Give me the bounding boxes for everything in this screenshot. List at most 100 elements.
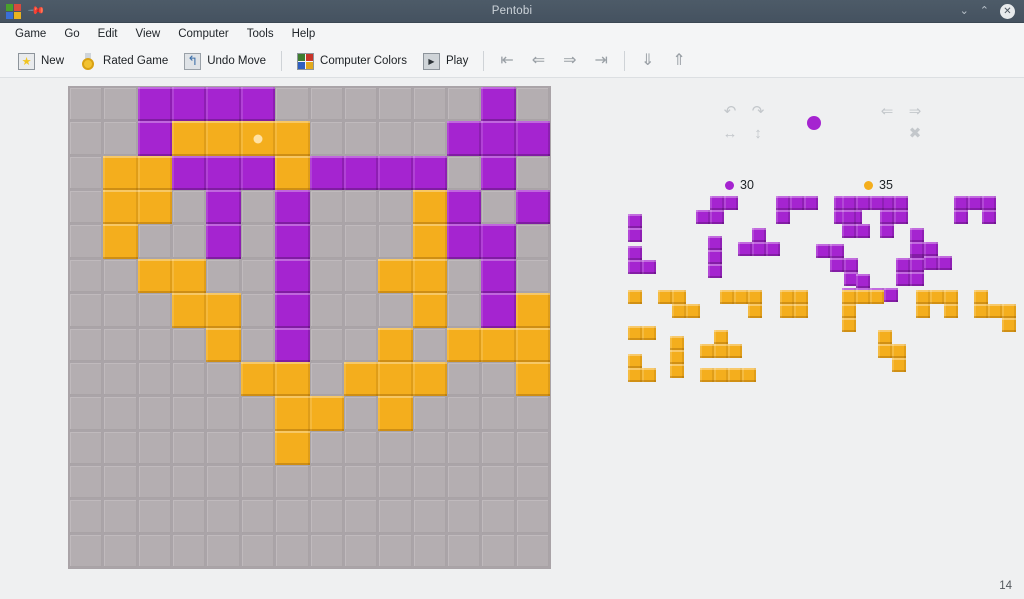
board-cell[interactable] <box>343 533 379 568</box>
board-cell[interactable] <box>343 258 379 294</box>
board-cell[interactable] <box>275 327 310 362</box>
board-cell[interactable] <box>275 155 310 191</box>
go-last-icon[interactable]: ⇥ <box>586 51 617 71</box>
board-cell[interactable] <box>515 258 550 294</box>
board-cell[interactable] <box>240 327 276 362</box>
board-cell[interactable] <box>137 499 173 534</box>
board-cell[interactable] <box>446 258 482 294</box>
board-cell[interactable] <box>378 87 413 122</box>
board-cell[interactable] <box>481 293 516 328</box>
board-cell[interactable] <box>481 258 516 294</box>
board-cell[interactable] <box>343 190 379 225</box>
board-cell[interactable] <box>240 464 276 500</box>
board-cell[interactable] <box>343 155 379 191</box>
board-cell[interactable] <box>69 224 104 259</box>
undo-move-button[interactable]: Undo Move <box>176 50 274 73</box>
piece-tray-purple-right[interactable] <box>842 196 1024 302</box>
board-cell[interactable] <box>103 361 138 397</box>
board-cell[interactable] <box>103 293 138 328</box>
board-cell[interactable] <box>343 87 379 122</box>
board-cell[interactable] <box>378 224 413 259</box>
board-cell[interactable] <box>378 293 413 328</box>
board-cell[interactable] <box>412 293 447 328</box>
board-cell[interactable] <box>240 121 276 156</box>
board-cell[interactable] <box>69 155 104 191</box>
board-cell[interactable] <box>206 533 241 568</box>
board-cell[interactable] <box>275 87 310 122</box>
board-cell[interactable] <box>309 224 344 259</box>
board-cell[interactable] <box>515 499 550 534</box>
board-cell[interactable] <box>515 327 550 362</box>
board-cell[interactable] <box>206 121 241 156</box>
board-cell[interactable] <box>275 190 310 225</box>
board-cell[interactable] <box>343 121 379 156</box>
board-cell[interactable] <box>172 190 207 225</box>
board-cell[interactable] <box>240 190 276 225</box>
board-cell[interactable] <box>103 327 138 362</box>
board-cell[interactable] <box>481 396 516 431</box>
board-cell[interactable] <box>515 430 550 465</box>
board-cell[interactable] <box>137 258 173 294</box>
board-cell[interactable] <box>69 430 104 465</box>
board-cell[interactable] <box>481 533 516 568</box>
board-cell[interactable] <box>481 499 516 534</box>
flip-vertical-icon[interactable]: ↕ <box>744 122 772 144</box>
board-cell[interactable] <box>515 361 550 397</box>
board-cell[interactable] <box>446 293 482 328</box>
board-cell[interactable] <box>69 258 104 294</box>
board-cell[interactable] <box>343 361 379 397</box>
board-cell[interactable] <box>103 258 138 294</box>
board-cell[interactable] <box>137 190 173 225</box>
board-cell[interactable] <box>206 430 241 465</box>
board-cell[interactable] <box>137 533 173 568</box>
board-cell[interactable] <box>378 396 413 431</box>
go-first-icon[interactable]: ⇤ <box>491 51 522 71</box>
board-cell[interactable] <box>446 190 482 225</box>
board-cell[interactable] <box>515 464 550 500</box>
board-cell[interactable] <box>69 293 104 328</box>
go-up-icon[interactable]: ⇑ <box>663 51 694 71</box>
board-cell[interactable] <box>275 224 310 259</box>
board-cell[interactable] <box>446 155 482 191</box>
board-cell[interactable] <box>412 87 447 122</box>
board-cell[interactable] <box>309 396 344 431</box>
board-cell[interactable] <box>103 224 138 259</box>
go-down-icon[interactable]: ⇓ <box>632 51 663 71</box>
menu-item-view[interactable]: View <box>127 26 170 42</box>
board-cell[interactable] <box>206 155 241 191</box>
board-cell[interactable] <box>343 327 379 362</box>
board-cell[interactable] <box>343 464 379 500</box>
move-left-icon[interactable]: ⇐ <box>873 100 901 122</box>
board-cell[interactable] <box>137 121 173 156</box>
board-cell[interactable] <box>240 293 276 328</box>
board-cell[interactable] <box>481 190 516 225</box>
board-cell[interactable] <box>412 361 447 397</box>
board-cell[interactable] <box>172 293 207 328</box>
board-cell[interactable] <box>515 533 550 568</box>
board-cell[interactable] <box>309 499 344 534</box>
board-cell[interactable] <box>172 327 207 362</box>
board-cell[interactable] <box>515 224 550 259</box>
board-cell[interactable] <box>309 327 344 362</box>
board-cell[interactable] <box>137 87 173 122</box>
menu-item-edit[interactable]: Edit <box>89 26 127 42</box>
board-cell[interactable] <box>103 396 138 431</box>
board-cell[interactable] <box>412 430 447 465</box>
board-cell[interactable] <box>172 430 207 465</box>
board-cell[interactable] <box>515 293 550 328</box>
board-cell[interactable] <box>446 327 482 362</box>
piece-tray-orange-left[interactable] <box>628 290 838 390</box>
board-cell[interactable] <box>343 224 379 259</box>
board-cell[interactable] <box>69 361 104 397</box>
board-cell[interactable] <box>412 224 447 259</box>
board-cell[interactable] <box>412 121 447 156</box>
board-cell[interactable] <box>378 155 413 191</box>
board-cell[interactable] <box>309 361 344 397</box>
board-cell[interactable] <box>206 293 241 328</box>
board-cell[interactable] <box>481 430 516 465</box>
board-cell[interactable] <box>206 327 241 362</box>
board-cell[interactable] <box>206 224 241 259</box>
board-cell[interactable] <box>103 155 138 191</box>
board-cell[interactable] <box>172 533 207 568</box>
board-cell[interactable] <box>275 499 310 534</box>
